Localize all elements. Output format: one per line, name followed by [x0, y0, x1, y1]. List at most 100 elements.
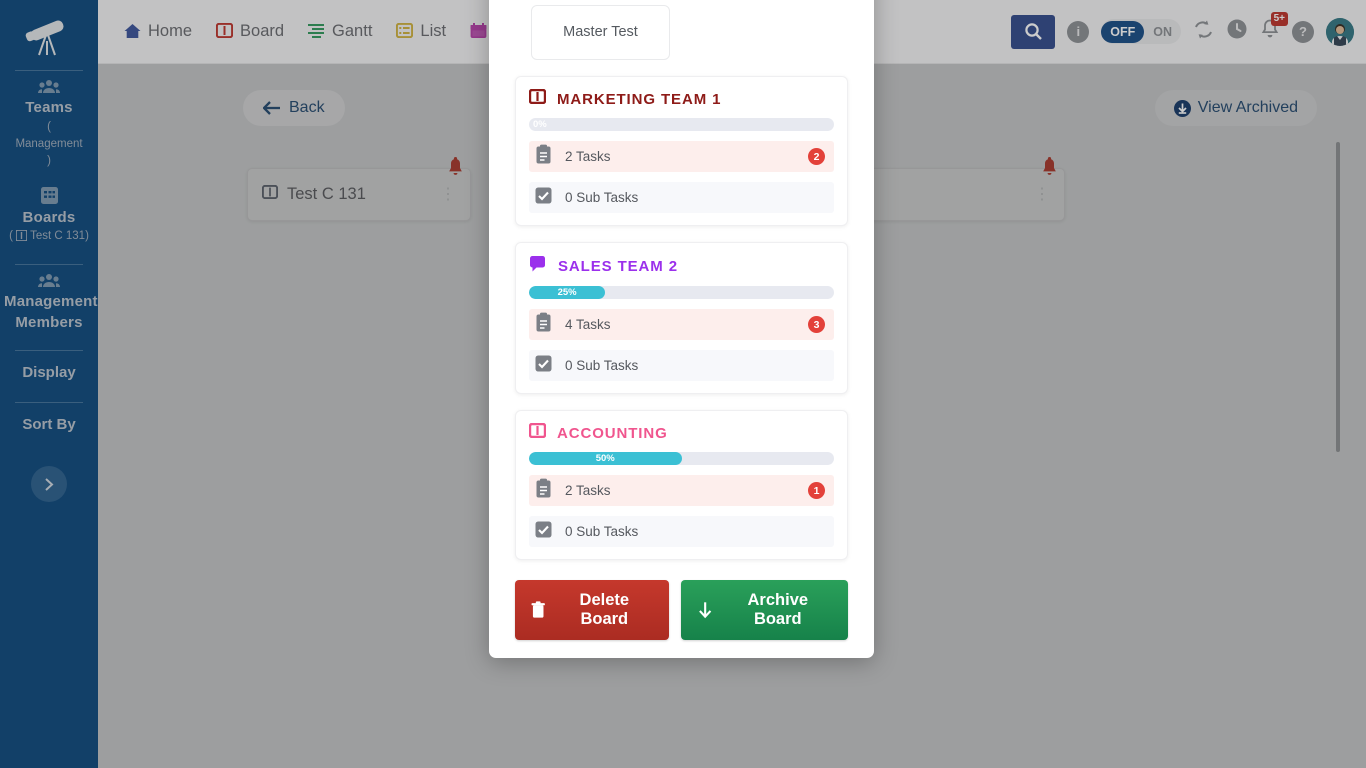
sidebar-item-boards[interactable]: Boards ( Test C 131) [0, 179, 98, 256]
notifications-bell[interactable]: 5+ [1260, 11, 1288, 45]
sidebar-item-label: Teams [25, 99, 73, 116]
modal-action-buttons: Delete Board Archive Board [509, 576, 854, 640]
subtasks-row[interactable]: 0 Sub Tasks [529, 516, 834, 547]
board-card[interactable]: Test C 131 ⋮ [247, 157, 471, 221]
nav-item-board[interactable]: Board [215, 22, 285, 41]
tasks-row[interactable]: 4 Tasks 3 [529, 309, 834, 340]
team-card-list: MARKETING TEAM 1 0% 2 Tasks 2 0 Sub Task… [509, 76, 854, 560]
nav-label: Home [148, 22, 193, 40]
board-card-name: Test C 131 [287, 185, 366, 203]
bell-alert-icon [1041, 157, 1058, 182]
avatar[interactable] [1326, 17, 1354, 46]
sidebar-item-label: Boards [22, 208, 76, 226]
download-circle-icon [1173, 99, 1191, 117]
search-button[interactable] [1011, 14, 1056, 49]
view-archived-button[interactable]: View Archived [1154, 90, 1317, 126]
people-icon [38, 273, 60, 287]
header-icon-group: i OFF ON 5+ ? [1067, 11, 1354, 46]
subtasks-row[interactable]: 0 Sub Tasks [529, 350, 834, 381]
nav-item-gantt[interactable]: Gantt [308, 22, 372, 41]
vertical-scrollbar[interactable] [1336, 142, 1340, 452]
list-icon [396, 22, 414, 40]
tasks-badge: 3 [808, 316, 825, 333]
sidebar-teams-subtitle: Management [15, 138, 83, 150]
paren-open: ( [9, 230, 13, 243]
sidebar-item-teams[interactable]: Teams ( Management ) [0, 71, 98, 179]
sidebar-item-management-members[interactable]: Management Members [0, 265, 98, 343]
info-icon[interactable]: i [1067, 20, 1090, 43]
board-icon [528, 422, 547, 443]
nav-label: Gantt [332, 22, 373, 40]
tasks-label: 4 Tasks [565, 317, 611, 332]
search-icon [1025, 23, 1042, 40]
telescope-logo-icon[interactable] [17, 10, 81, 62]
home-icon [124, 23, 141, 40]
tasks-label: 2 Tasks [565, 483, 611, 498]
progress-label: 0% [533, 119, 547, 130]
tasks-badge: 2 [808, 148, 825, 165]
tasks-badge: 1 [808, 482, 825, 499]
grid-icon [40, 186, 58, 204]
sidebar-item-display[interactable]: Display [22, 351, 75, 394]
refresh-icon[interactable] [1193, 19, 1214, 45]
progress-label: 25% [557, 287, 577, 298]
help-icon[interactable]: ? [1292, 20, 1314, 43]
sidebar-item-sort-by[interactable]: Sort By [22, 403, 75, 446]
subtasks-label: 0 Sub Tasks [565, 190, 639, 205]
progress-fill: 50% [529, 452, 682, 465]
progress-label: 50% [595, 453, 615, 464]
subtasks-label: 0 Sub Tasks [565, 358, 639, 373]
nav-item-list[interactable]: List [396, 22, 446, 41]
team-card-header: MARKETING TEAM 1 [528, 88, 834, 109]
chevron-right-icon [45, 477, 54, 491]
trash-icon [531, 601, 545, 618]
archive-board-label: Archive Board [747, 591, 809, 628]
tasks-row[interactable]: 2 Tasks 1 [529, 475, 834, 506]
team-card-header: ACCOUNTING [528, 422, 834, 443]
team-card[interactable]: ACCOUNTING 50% 2 Tasks 1 0 Sub Tasks [515, 410, 848, 560]
toggle-on-label: ON [1153, 24, 1172, 39]
delete-board-button[interactable]: Delete Board [515, 580, 670, 640]
chat-bubble-icon [529, 255, 547, 277]
left-sidebar: Teams ( Management ) Boards ( Test C 131… [0, 0, 98, 768]
board-icon [261, 184, 279, 204]
team-card-header: SALES TEAM 2 [529, 255, 834, 277]
board-icon [15, 229, 28, 247]
checkbox-icon [534, 186, 553, 210]
archive-board-button[interactable]: Archive Board [681, 580, 848, 640]
sidebar-teams-paren-close: ) [47, 155, 51, 168]
toggle-off-label: OFF [1101, 20, 1145, 43]
view-archived-label: View Archived [1197, 99, 1298, 116]
board-icon [528, 88, 547, 109]
sidebar-teams-paren-open: ( [47, 120, 51, 133]
department-button-grid: Procurement Marketing IT Sales Accountin… [509, 0, 854, 76]
progress-bar: 0% [529, 118, 834, 131]
department-button-master-test[interactable]: Master Test [531, 5, 670, 60]
off-on-toggle[interactable]: OFF ON [1101, 19, 1181, 44]
kebab-menu-icon[interactable]: ⋮ [1034, 186, 1050, 202]
sidebar-expand-button[interactable] [31, 466, 67, 502]
people-icon [38, 80, 60, 93]
bell-badge-count: 5+ [1270, 11, 1288, 26]
sidebar-item-label: Management Members [4, 292, 98, 332]
team-card-title: ACCOUNTING [557, 424, 668, 442]
clock-icon[interactable] [1226, 18, 1248, 45]
checkbox-icon [534, 520, 553, 544]
bell-alert-icon [447, 157, 464, 182]
team-card[interactable]: MARKETING TEAM 1 0% 2 Tasks 2 0 Sub Task… [515, 76, 848, 226]
delete-board-label: Delete Board [579, 591, 630, 628]
back-button[interactable]: Back [243, 90, 345, 126]
checkbox-icon [534, 354, 553, 378]
paren-close: ) [85, 230, 89, 243]
nav-item-home[interactable]: Home [124, 22, 192, 41]
progress-bar: 50% [529, 452, 834, 465]
tasks-row[interactable]: 2 Tasks 2 [529, 141, 834, 172]
team-card-title: SALES TEAM 2 [558, 257, 678, 275]
nav-label: Board [240, 22, 285, 40]
clipboard-icon [534, 478, 553, 504]
kebab-menu-icon[interactable]: ⋮ [440, 186, 456, 202]
team-card[interactable]: SALES TEAM 2 25% 4 Tasks 3 0 Sub Tasks [515, 242, 848, 394]
subtasks-row[interactable]: 0 Sub Tasks [529, 182, 834, 213]
gantt-icon [308, 23, 325, 40]
sidebar-boards-subtitle: ( Test C 131) [4, 228, 94, 247]
